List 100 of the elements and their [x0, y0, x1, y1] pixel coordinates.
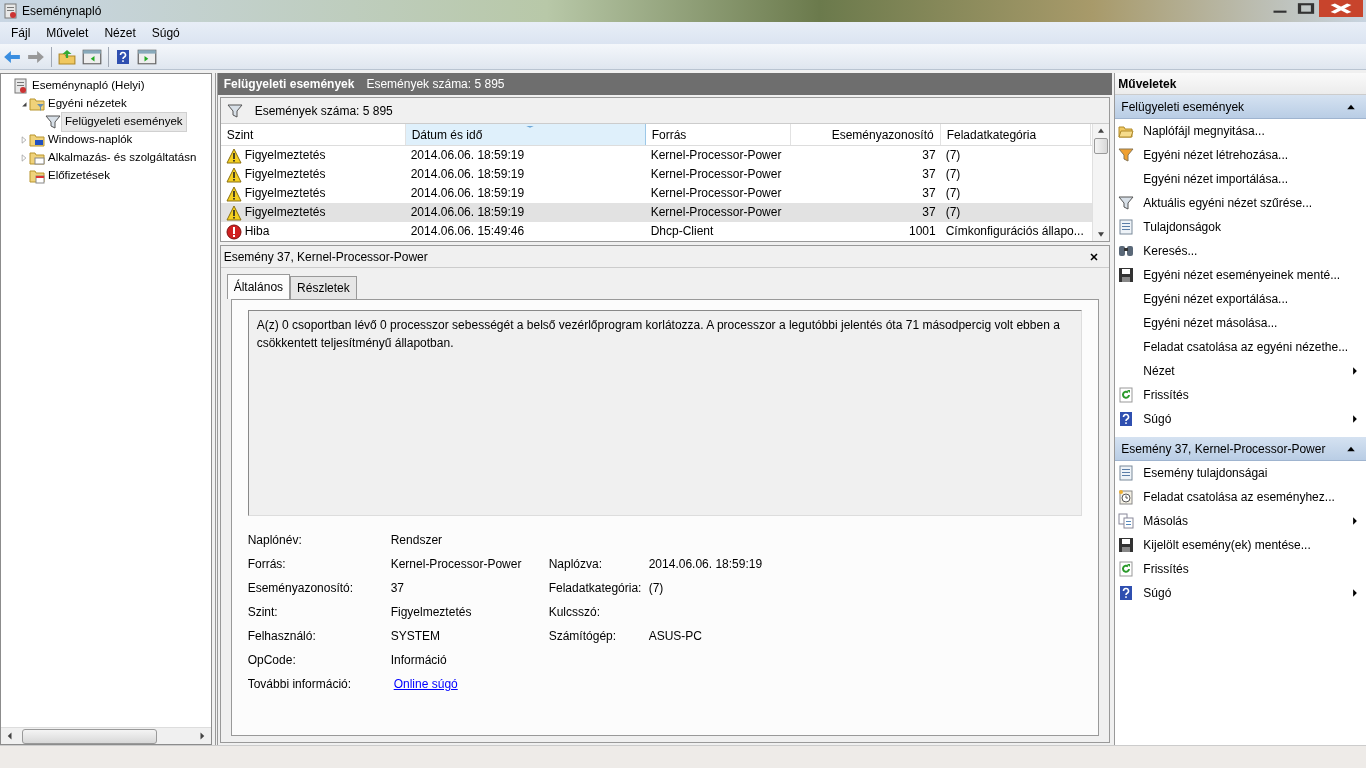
- action-item[interactable]: Egyéni nézet importálása...: [1143, 170, 1289, 188]
- action-item[interactable]: Frissítés: [1143, 386, 1189, 404]
- tree-item[interactable]: Előfizetések: [45, 167, 113, 185]
- menu-item[interactable]: Nézet: [96, 24, 144, 42]
- forward-arrow-icon[interactable]: [27, 48, 45, 65]
- column-header[interactable]: Eseményazonosító: [790, 124, 941, 145]
- tree-item[interactable]: Windows-naplók: [45, 131, 136, 149]
- column-header[interactable]: Dátum és idő: [405, 124, 646, 145]
- action-item[interactable]: Nézet: [1143, 362, 1175, 380]
- field-label: Naplózva:: [548, 556, 604, 573]
- properties-icon: [1118, 219, 1135, 235]
- scrollbar-thumb[interactable]: [1094, 138, 1109, 154]
- field-value: Kernel-Processor-Power: [390, 556, 523, 573]
- action-item[interactable]: Kijelölt esemény(ek) mentése...: [1143, 536, 1311, 554]
- table-cell-text: Kernel-Processor-Power: [649, 204, 783, 221]
- table-cell-text: 2014.06.06. 15:49:46: [409, 223, 526, 240]
- table-row[interactable]: Figyelmeztetés 2014.06.06. 18:59:19 Kernel-Processor-Power 37 (7): [220, 203, 1093, 222]
- actions-title: Műveletek: [1118, 75, 1177, 93]
- field-label: Forrás:: [247, 556, 287, 573]
- table-cell-text: (7): [944, 204, 962, 221]
- field-label: OpCode:: [247, 652, 297, 669]
- table-cell-text: Kernel-Processor-Power: [649, 147, 783, 164]
- table-cell-text: 2014.06.06. 18:59:19: [409, 166, 526, 183]
- folder-filter-icon: [29, 96, 45, 112]
- pane-title: Felügyeleti események: [223, 76, 355, 93]
- sort-arrow-icon: [525, 124, 536, 130]
- tree-item[interactable]: Eseménynapló (Helyi): [29, 77, 148, 95]
- table-cell-text: Figyelmeztetés: [244, 147, 326, 164]
- folder-up-icon[interactable]: [58, 48, 76, 65]
- tree-item[interactable]: Alkalmazás- és szolgáltatásn: [45, 149, 200, 167]
- warning-icon: [225, 166, 242, 183]
- field-value: 37: [390, 580, 406, 597]
- log-icon: [13, 78, 29, 94]
- table-row[interactable]: Hiba 2014.06.06. 15:49:46 Dhcp-Client 1001 Címkonfigurációs állapo...: [220, 222, 1093, 241]
- table-cell-text: 37: [921, 204, 937, 221]
- tree-item[interactable]: Egyéni nézetek: [45, 95, 130, 113]
- tab[interactable]: Részletek: [290, 276, 357, 299]
- column-header[interactable]: Feladatkategória: [940, 124, 1091, 145]
- action-item[interactable]: Frissítés: [1143, 560, 1189, 578]
- section-title: Felügyeleti események: [1121, 98, 1245, 116]
- menu-item[interactable]: Súgó: [143, 24, 188, 42]
- field-value: Rendszer: [390, 532, 444, 549]
- action-item[interactable]: Egyéni nézet létrehozása...: [1143, 146, 1289, 164]
- table-row[interactable]: Figyelmeztetés 2014.06.06. 18:59:19 Kernel-Processor-Power 37 (7): [220, 184, 1093, 203]
- folder-icon: [1118, 123, 1135, 139]
- action-item[interactable]: Esemény tulajdonságai: [1143, 464, 1268, 482]
- action-item[interactable]: Feladat csatolása az egyéni nézethe...: [1143, 338, 1349, 356]
- menu-item[interactable]: Művelet: [38, 24, 97, 42]
- action-item[interactable]: Egyéni nézet másolása...: [1143, 314, 1278, 332]
- action-item[interactable]: Egyéni nézet eseményeinek menté...: [1143, 266, 1341, 284]
- close-icon[interactable]: [1088, 250, 1101, 263]
- field-label: Számítógép:: [548, 628, 618, 645]
- field-label: Kulcsszó:: [548, 604, 602, 621]
- column-header[interactable]: Forrás: [645, 124, 791, 145]
- field-value: Figyelmeztetés: [390, 604, 473, 621]
- expanded-arrow-icon[interactable]: [19, 99, 29, 110]
- detail-title: Esemény 37, Kernel-Processor-Power: [223, 248, 428, 266]
- section-header[interactable]: Esemény 37, Kernel-Processor-Power: [1115, 437, 1366, 461]
- action-item[interactable]: Feladat csatolása az eseményhez...: [1143, 488, 1335, 506]
- tree-item[interactable]: Felügyeleti események: [61, 112, 187, 132]
- field-value: ASUS-PC: [648, 628, 703, 645]
- column-header[interactable]: Szint: [220, 124, 406, 145]
- back-arrow-icon[interactable]: [3, 48, 21, 65]
- action-item[interactable]: Tulajdonságok: [1143, 218, 1221, 236]
- scrollbar-thumb[interactable]: [22, 728, 157, 744]
- field-label: Eseményazonosító:: [247, 580, 355, 597]
- table-cell-text: Figyelmeztetés: [244, 166, 326, 183]
- action-item[interactable]: Aktuális egyéni nézet szűrése...: [1143, 194, 1313, 212]
- field-label: Naplónév:: [247, 532, 303, 549]
- pane-toggle-icon[interactable]: [82, 47, 102, 66]
- field-value: Információ: [390, 652, 448, 669]
- tab[interactable]: Általános: [226, 274, 291, 299]
- folder-calendar-icon: [29, 168, 45, 184]
- filter-icon: [226, 102, 243, 119]
- action-item[interactable]: Másolás: [1143, 512, 1189, 530]
- action-item[interactable]: Súgó: [1143, 410, 1172, 428]
- clock-icon: [1118, 489, 1135, 505]
- event-count: Események száma: 5 895: [254, 102, 393, 120]
- table-cell-text: (7): [944, 166, 962, 183]
- action-item[interactable]: Naplófájl megnyitása...: [1143, 122, 1265, 140]
- help-icon: [1118, 411, 1135, 427]
- filter-icon: [1118, 147, 1135, 163]
- table-row[interactable]: Figyelmeztetés 2014.06.06. 18:59:19 Kernel-Processor-Power 37 (7): [220, 146, 1093, 165]
- section-header[interactable]: Felügyeleti események: [1115, 95, 1366, 119]
- help-icon[interactable]: [115, 48, 131, 65]
- action-item[interactable]: Keresés...: [1143, 242, 1198, 260]
- binoculars-icon: [1118, 243, 1135, 259]
- action-item[interactable]: Egyéni nézet exportálása...: [1143, 290, 1289, 308]
- action-item[interactable]: Súgó: [1143, 584, 1172, 602]
- table-row[interactable]: Figyelmeztetés 2014.06.06. 18:59:19 Kernel-Processor-Power 37 (7): [220, 165, 1093, 184]
- table-cell-text: Dhcp-Client: [649, 223, 715, 240]
- help-link[interactable]: Online súgó: [393, 672, 458, 696]
- table-cell-text: Kernel-Processor-Power: [649, 185, 783, 202]
- help-icon: [1118, 585, 1135, 601]
- menu-item[interactable]: Fájl: [3, 24, 39, 42]
- pane-toggle-icon[interactable]: [137, 47, 157, 66]
- table-cell-text: 37: [921, 166, 937, 183]
- field-label: Feladatkategória:: [548, 580, 643, 597]
- field-value: (7): [648, 580, 664, 597]
- table-cell-text: 2014.06.06. 18:59:19: [409, 204, 526, 221]
